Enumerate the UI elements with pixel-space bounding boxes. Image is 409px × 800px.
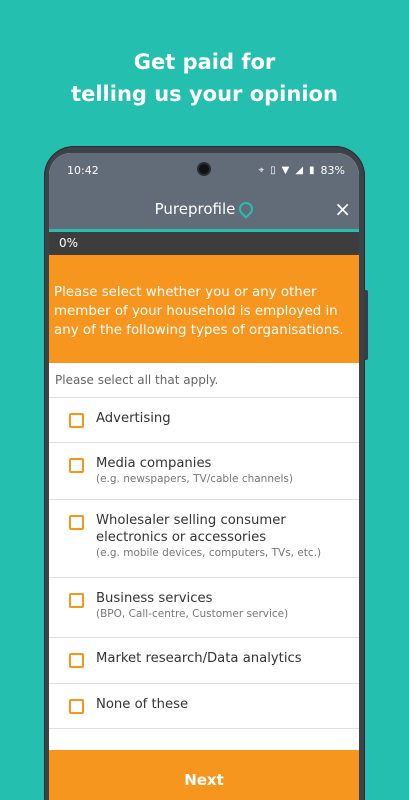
status-bar: 10:42 ⌖ ▯ ▼ ◢ ▮ 83% <box>49 153 359 188</box>
question-text: Please select whether you or any other m… <box>49 255 359 363</box>
battery-percent: 83% <box>320 164 345 177</box>
camera-hole <box>197 162 211 176</box>
option-market-research[interactable]: Market research/Data analytics <box>49 638 359 684</box>
signal-icon: ◢ <box>295 164 304 176</box>
option-sublabel: (BPO, Call-centre, Customer service) <box>96 608 289 620</box>
option-sublabel: (e.g. newspapers, TV/cable channels) <box>96 473 293 485</box>
checkbox[interactable] <box>69 699 84 714</box>
vibrate-icon: ▯ <box>270 164 276 176</box>
option-label: Advertising <box>96 411 171 426</box>
option-label: Wholesaler selling consumer electronics … <box>96 513 286 545</box>
close-icon[interactable]: × <box>334 199 351 219</box>
headline-line-2: telling us your opinion <box>71 82 338 106</box>
option-wholesaler[interactable]: Wholesaler selling consumer electronics … <box>49 500 359 578</box>
status-time: 10:42 <box>67 164 99 177</box>
app-header: Pureprofile × <box>49 188 359 232</box>
brand-logo: Pureprofile <box>154 198 257 219</box>
option-media-companies[interactable]: Media companies (e.g. newspapers, TV/cab… <box>49 443 359 500</box>
promo-headline: Get paid for telling us your opinion <box>0 46 409 110</box>
phone-screen: 10:42 ⌖ ▯ ▼ ◢ ▮ 83% Pureprofile × 0% Ple… <box>49 153 359 800</box>
checkbox[interactable] <box>69 458 84 473</box>
pin-icon <box>236 198 257 219</box>
option-label: Media companies <box>96 456 212 471</box>
next-button[interactable]: Next <box>49 750 359 800</box>
option-advertising[interactable]: Advertising <box>49 398 359 443</box>
option-label: None of these <box>96 697 189 712</box>
headline-line-1: Get paid for <box>133 50 276 74</box>
location-icon: ⌖ <box>258 164 265 176</box>
checkbox[interactable] <box>69 413 84 428</box>
progress-label: 0% <box>59 236 79 250</box>
checkbox[interactable] <box>69 653 84 668</box>
status-icons: ⌖ ▯ ▼ ◢ ▮ 83% <box>258 164 345 177</box>
option-label: Business services <box>96 591 213 606</box>
wifi-icon: ▼ <box>281 164 290 176</box>
checkbox[interactable] <box>69 515 84 530</box>
option-business-services[interactable]: Business services (BPO, Call-centre, Cus… <box>49 578 359 638</box>
battery-icon: ▮ <box>309 164 315 176</box>
progress-bar: 0% <box>49 232 359 255</box>
option-none[interactable]: None of these <box>49 684 359 729</box>
brand-name: Pureprofile <box>154 199 236 218</box>
checkbox[interactable] <box>69 593 84 608</box>
select-hint: Please select all that apply. <box>49 363 359 398</box>
option-label: Market research/Data analytics <box>96 651 302 666</box>
phone-side-button <box>364 290 368 360</box>
option-sublabel: (e.g. mobile devices, computers, TVs, et… <box>96 547 322 559</box>
